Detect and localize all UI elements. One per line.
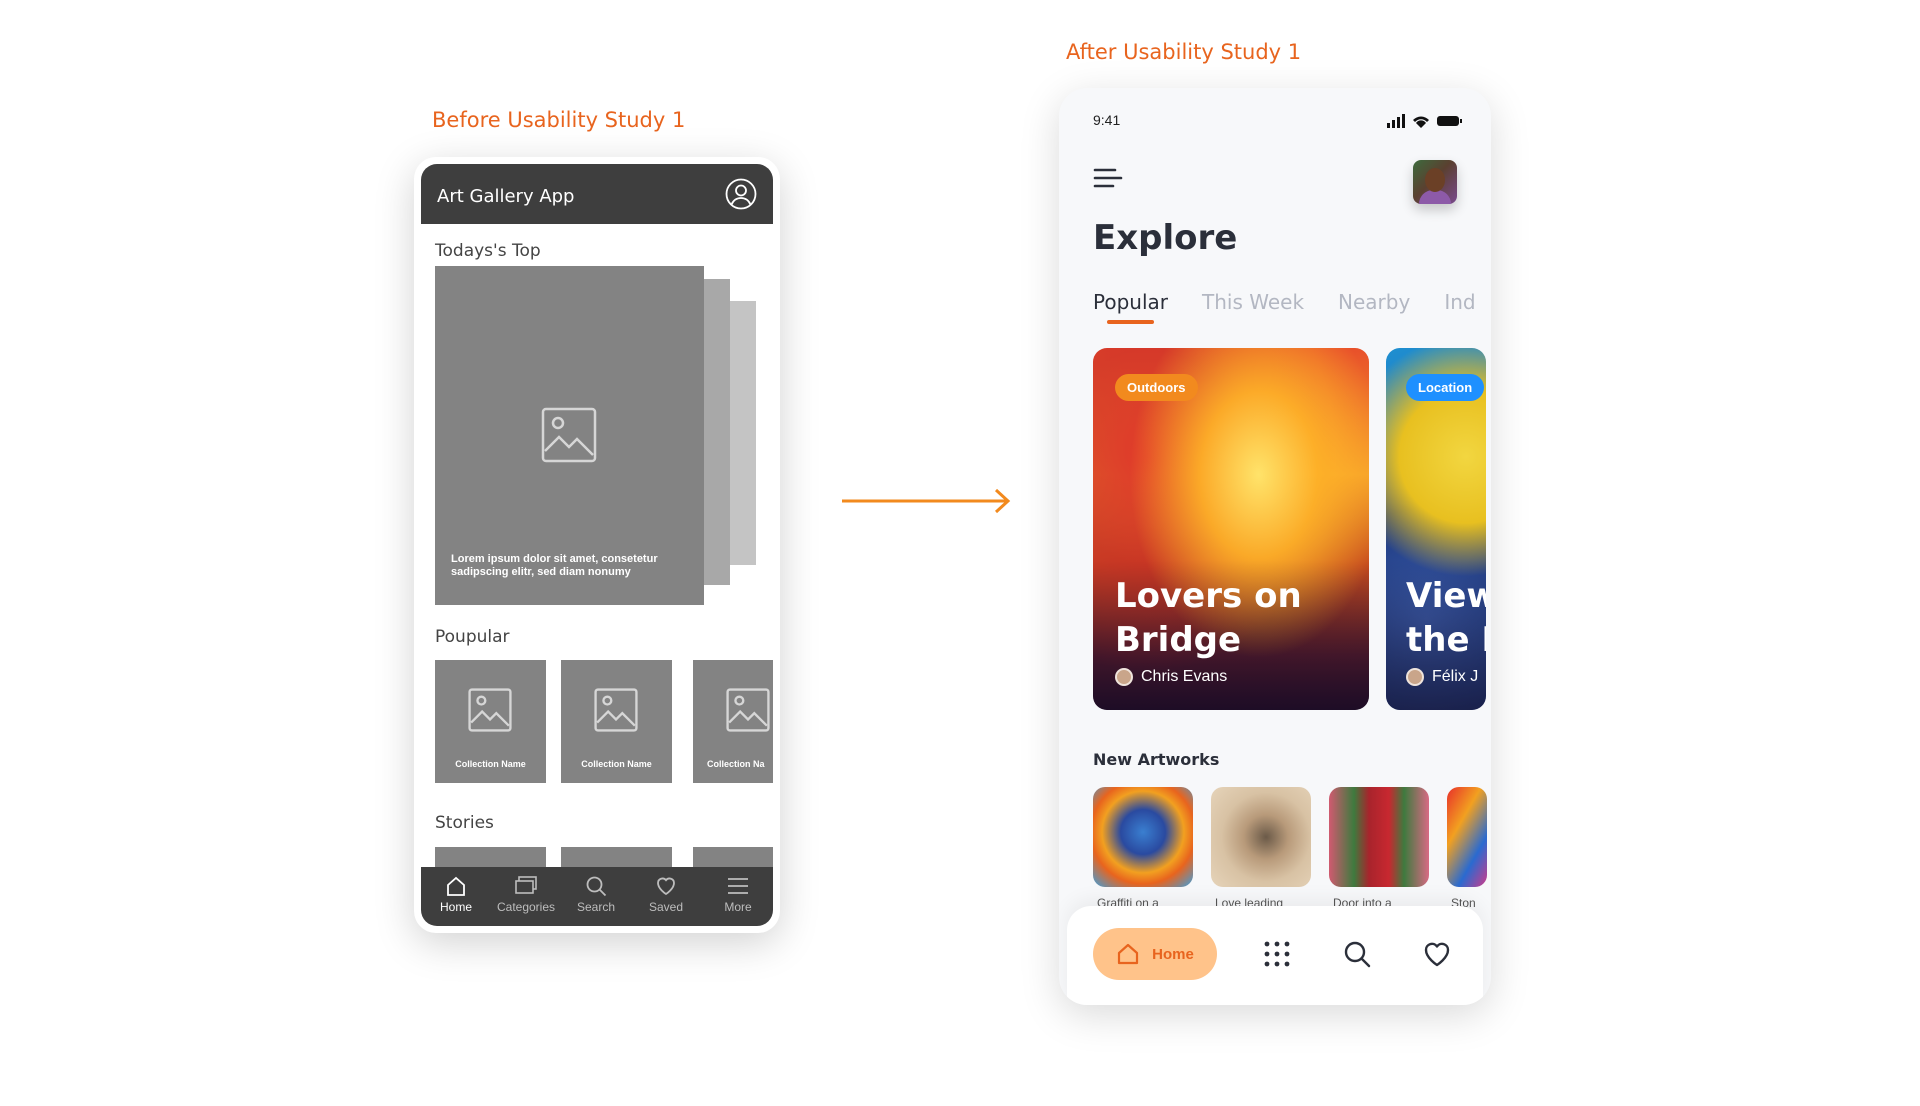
tab-this-week[interactable]: This Week (1202, 290, 1304, 314)
featured-title-line: View (1406, 576, 1486, 616)
before-caption: Before Usability Study 1 (432, 108, 686, 132)
wireframe-collection-card[interactable]: Collection Na (693, 660, 773, 783)
user-profile-icon[interactable] (725, 178, 757, 210)
nav-home-button[interactable]: Home (1093, 928, 1217, 980)
wireframe-collection-card[interactable]: Collection Name (561, 660, 672, 783)
featured-title-line: Bridge (1115, 620, 1242, 660)
author-avatar (1115, 668, 1133, 686)
nav-label: Search (576, 900, 616, 914)
heart-icon[interactable] (1423, 940, 1451, 968)
nav-home-label: Home (1152, 945, 1194, 963)
wireframe-stack-card-back (730, 301, 756, 565)
wireframe-section-top: Todays's Top (435, 241, 541, 261)
artwork-thumbnail[interactable] (1093, 787, 1193, 887)
page-title: Explore (1093, 218, 1238, 258)
author-avatar (1406, 668, 1424, 686)
image-placeholder-icon (541, 407, 597, 463)
collection-name: Collection Name (581, 759, 652, 769)
artwork-thumbnail[interactable] (1211, 787, 1311, 887)
wireframe-stack-card-middle (704, 279, 730, 585)
wireframe-nav-more[interactable]: More (703, 875, 773, 914)
collection-name: Collection Na (707, 759, 765, 769)
wireframe-bottom-nav: Home Categories Search Saved More (421, 867, 773, 926)
wireframe-section-popular: Poupular (435, 627, 510, 647)
nav-label: Categories (496, 900, 556, 914)
tab-indoor[interactable]: Ind (1444, 290, 1475, 314)
app-phone: 9:41 Explore Popular This Week Nearby In… (1059, 88, 1491, 1005)
wireframe-top-card-text: Lorem ipsum dolor sit amet, consetetur s… (451, 553, 658, 578)
wireframe-top-card[interactable]: Lorem ipsum dolor sit amet, consetetur s… (435, 266, 704, 605)
hamburger-menu-icon[interactable] (1093, 166, 1123, 190)
featured-title-line: the I (1406, 620, 1486, 660)
wireframe-app-title: Art Gallery App (437, 186, 575, 207)
image-placeholder-icon (594, 688, 638, 732)
heart-icon (657, 877, 675, 896)
wireframe-nav-search[interactable]: Search (561, 875, 631, 914)
artwork-thumbnail[interactable] (1447, 787, 1487, 887)
featured-author: Chris Evans (1115, 668, 1227, 686)
wireframe-header: Art Gallery App (421, 164, 773, 224)
author-name: Chris Evans (1141, 668, 1228, 685)
wireframe-nav-categories[interactable]: Categories (491, 875, 561, 914)
bottom-nav: Home (1067, 906, 1483, 1005)
nav-label: Saved (648, 900, 684, 914)
grid-icon[interactable] (1263, 940, 1291, 968)
author-name: Félix J (1432, 668, 1479, 685)
image-placeholder-icon (468, 688, 512, 732)
wireframe-section-stories: Stories (435, 813, 494, 833)
category-badge: Outdoors (1115, 374, 1198, 401)
search-icon (586, 876, 607, 897)
artwork-thumbnail[interactable] (1329, 787, 1429, 887)
featured-card[interactable]: Outdoors Lovers on Bridge Chris Evans (1093, 348, 1369, 710)
wireframe-collection-card[interactable]: Collection Name (435, 660, 546, 783)
arrow-right-icon (842, 488, 1011, 514)
featured-title: View the I (1406, 574, 1486, 662)
featured-card[interactable]: Location View the I Félix J (1386, 348, 1486, 710)
user-avatar[interactable] (1413, 160, 1457, 204)
status-bar-icons (1387, 114, 1462, 128)
wireframe-nav-saved[interactable]: Saved (631, 875, 701, 914)
tab-nearby[interactable]: Nearby (1338, 290, 1410, 314)
wireframe-phone: Art Gallery App Todays's Top Lorem ipsum… (414, 157, 780, 933)
collection-name: Collection Name (455, 759, 526, 769)
home-icon (1118, 943, 1139, 965)
avatar-body (1419, 190, 1451, 204)
category-badge: Location (1406, 374, 1485, 401)
featured-author: Félix J (1406, 668, 1478, 686)
nav-label: More (724, 900, 752, 914)
status-time: 9:41 (1093, 112, 1121, 128)
tab-bar: Popular This Week Nearby Ind (1093, 290, 1476, 324)
after-caption: After Usability Study 1 (1066, 40, 1302, 64)
tab-popular[interactable]: Popular (1093, 290, 1168, 324)
menu-icon (728, 878, 748, 894)
home-icon (447, 876, 465, 896)
search-icon[interactable] (1343, 940, 1371, 968)
nav-label: Home (439, 900, 472, 914)
featured-title-line: Lovers on (1115, 576, 1302, 616)
wireframe-nav-home[interactable]: Home (421, 875, 491, 914)
featured-title: Lovers on Bridge (1115, 574, 1302, 662)
new-artworks-heading: New Artworks (1093, 750, 1220, 769)
image-placeholder-icon (726, 688, 770, 732)
categories-icon (515, 876, 537, 894)
avatar-face (1425, 168, 1445, 192)
